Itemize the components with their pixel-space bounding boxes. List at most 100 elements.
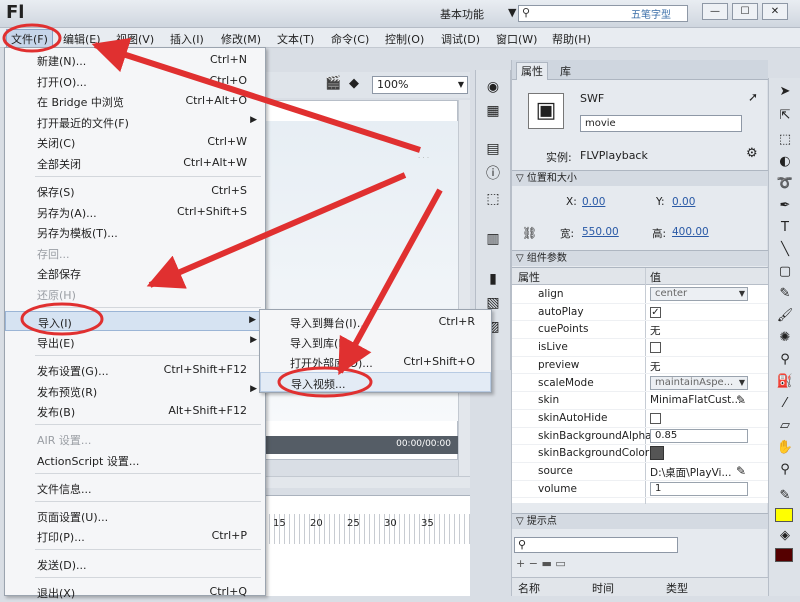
menu-item-save[interactable]: 保存(S) Ctrl+S: [5, 181, 265, 201]
library-icon[interactable]: ▮: [484, 270, 502, 288]
menu-item-publish-settings[interactable]: 发布设置(G)... Ctrl+Shift+F12: [5, 360, 265, 380]
param-checkbox[interactable]: [650, 412, 661, 424]
info-icon[interactable]: ⓘ: [484, 165, 502, 183]
menu-item-import[interactable]: 导入(I) ▶: [5, 311, 265, 331]
cue-search-input[interactable]: ⚲: [514, 537, 678, 553]
menu-item-new[interactable]: 新建(N)... Ctrl+N: [5, 50, 265, 70]
edit-symbol-icon[interactable]: ◆: [349, 76, 359, 91]
tab-library[interactable]: 库: [556, 63, 575, 79]
menu-item-publish-preview[interactable]: 发布预览(R) ▶: [5, 381, 265, 401]
swap-component-icon[interactable]: ⚙: [746, 146, 758, 161]
stroke-color-icon[interactable]: ✎: [775, 486, 795, 506]
param-checkbox[interactable]: [650, 342, 661, 354]
menu-item-send[interactable]: 发送(D)...: [5, 554, 265, 574]
menu-item-publish[interactable]: 发布(B) Alt+Shift+F12: [5, 401, 265, 421]
menu-file[interactable]: 文件(F): [6, 29, 53, 49]
param-value[interactable]: 无: [650, 323, 661, 338]
eraser-tool-icon[interactable]: ▱: [775, 416, 795, 436]
edit-scene-icon[interactable]: 🎬: [325, 76, 341, 91]
menu-item-save-as-template[interactable]: 另存为模板(T)...: [5, 222, 265, 242]
menu-item-browse-bridge[interactable]: 在 Bridge 中浏览 Ctrl+Alt+O: [5, 91, 265, 111]
menu-control[interactable]: 控制(O): [385, 31, 424, 47]
y-value[interactable]: 0.00: [672, 196, 695, 208]
menu-item-file-info[interactable]: 文件信息...: [5, 478, 265, 498]
stage-vertical-scrollbar[interactable]: [458, 100, 470, 476]
menu-item-close-all[interactable]: 全部关闭 Ctrl+Alt+W: [5, 153, 265, 173]
menu-insert[interactable]: 插入(I): [170, 31, 204, 47]
pencil-icon[interactable]: ✎: [736, 393, 746, 407]
pencil-tool-icon[interactable]: ✎: [775, 284, 795, 304]
section-component-params[interactable]: ▽ 组件参数: [512, 250, 768, 266]
menu-item-import-to-library[interactable]: 导入到库(L)...: [260, 332, 491, 352]
deco-tool-icon[interactable]: ✺: [775, 328, 795, 348]
minimize-button[interactable]: —: [702, 3, 728, 20]
stroke-color-swatch[interactable]: [775, 508, 793, 522]
hand-tool-icon[interactable]: ✋: [775, 438, 795, 458]
menu-item-import-to-stage[interactable]: 导入到舞台(I)... Ctrl+R: [260, 312, 491, 332]
folder-icon[interactable]: ▬: [541, 557, 551, 570]
lasso-tool-icon[interactable]: ➰: [775, 174, 795, 194]
bone-tool-icon[interactable]: ⚲: [775, 350, 795, 370]
height-value[interactable]: 400.00: [672, 226, 709, 238]
remove-icon[interactable]: −: [529, 557, 538, 570]
param-select[interactable]: center ▼: [650, 287, 748, 301]
param-checkbox[interactable]: ✓: [650, 306, 661, 318]
selection-tool-icon[interactable]: ➤: [775, 82, 795, 102]
color-icon[interactable]: ◉: [484, 78, 502, 96]
frame-ruler[interactable]: [265, 514, 470, 544]
subselection-tool-icon[interactable]: ⇱: [775, 106, 795, 126]
menu-item-page-setup[interactable]: 页面设置(U)...: [5, 506, 265, 526]
pen-tool-icon[interactable]: ✒: [775, 196, 795, 216]
components-icon[interactable]: ▥: [484, 230, 502, 248]
maximize-button[interactable]: ☐: [732, 3, 758, 20]
stage-horizontal-scrollbar[interactable]: [265, 476, 470, 488]
menu-debug[interactable]: 调试(D): [441, 31, 480, 47]
line-tool-icon[interactable]: ╲: [775, 240, 795, 260]
brush-tool-icon[interactable]: 🖌: [775, 306, 795, 326]
param-value[interactable]: MinimaFlatCust...: [650, 394, 741, 406]
transform-icon[interactable]: ⬚: [484, 190, 502, 208]
add-icon[interactable]: +: [516, 557, 525, 570]
menu-item-open[interactable]: 打开(O)... Ctrl+O: [5, 71, 265, 91]
section-cue-points[interactable]: ▽ 提示点: [512, 513, 768, 529]
transform-tool-icon[interactable]: ⬚: [775, 130, 795, 150]
menu-item-close[interactable]: 关闭(C) Ctrl+W: [5, 132, 265, 152]
menu-item-save-all[interactable]: 全部保存: [5, 263, 265, 283]
tab-properties[interactable]: 属性: [516, 62, 548, 80]
menu-item-actionscript-settings[interactable]: ActionScript 设置...: [5, 450, 265, 470]
pencil-icon[interactable]: ✎: [736, 464, 746, 478]
section-position-size[interactable]: ▽ 位置和大小: [512, 170, 768, 186]
align-icon[interactable]: ▤: [484, 140, 502, 158]
menu-modify[interactable]: 修改(M): [221, 31, 261, 47]
paint-bucket-tool-icon[interactable]: ⛽: [775, 372, 795, 392]
fill-color-swatch[interactable]: [775, 548, 793, 562]
width-value[interactable]: 550.00: [582, 226, 619, 238]
text-tool-icon[interactable]: T: [775, 218, 795, 238]
lock-icon[interactable]: ⛓: [522, 226, 537, 240]
param-input[interactable]: 1: [650, 481, 748, 496]
help-icon[interactable]: ➚: [748, 90, 758, 104]
fill-color-icon[interactable]: ◈: [775, 526, 795, 546]
menu-help[interactable]: 帮助(H): [552, 31, 591, 47]
menu-item-exit[interactable]: 退出(X) Ctrl+Q: [5, 582, 265, 602]
instance-name-input[interactable]: movie: [580, 115, 742, 132]
close-button[interactable]: ✕: [762, 3, 788, 20]
menu-window[interactable]: 窗口(W): [496, 31, 537, 47]
menu-item-import-video[interactable]: 导入视频...: [260, 372, 491, 392]
param-value[interactable]: D:\桌面\PlayVi...: [650, 465, 731, 480]
x-value[interactable]: 0.00: [582, 196, 605, 208]
menu-item-open-external-library[interactable]: 打开外部库(O)... Ctrl+Shift+O: [260, 352, 491, 372]
zoom-select[interactable]: 100% ▼: [372, 76, 468, 94]
3d-rotation-tool-icon[interactable]: ◐: [775, 152, 795, 172]
delete-icon[interactable]: ▭: [555, 557, 565, 570]
param-input[interactable]: 0.85: [650, 428, 748, 443]
color-swatch[interactable]: [650, 446, 664, 461]
menu-edit[interactable]: 编辑(E): [63, 31, 101, 47]
menu-item-print[interactable]: 打印(P)... Ctrl+P: [5, 526, 265, 546]
swatches-icon[interactable]: ▦: [484, 102, 502, 120]
menu-item-save-as[interactable]: 另存为(A)... Ctrl+Shift+S: [5, 202, 265, 222]
menu-commands[interactable]: 命令(C): [331, 31, 369, 47]
workspace-switcher[interactable]: 基本功能 ▼: [440, 6, 516, 22]
param-select[interactable]: maintainAspe... ▼: [650, 375, 748, 390]
menu-text[interactable]: 文本(T): [277, 31, 314, 47]
